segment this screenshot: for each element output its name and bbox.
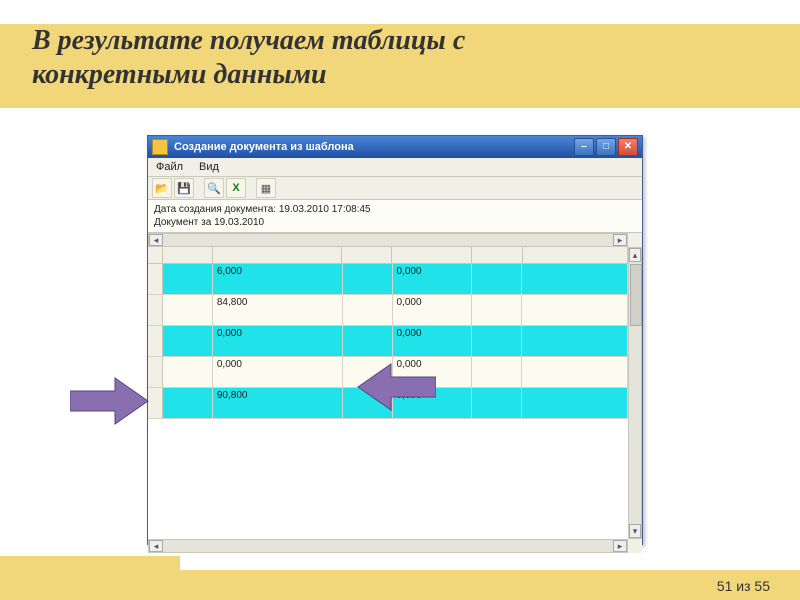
menu-file[interactable]: Файл (152, 161, 187, 173)
table-row: 0,000 0,000 (148, 326, 628, 357)
footer-accent (0, 556, 180, 570)
cell[interactable]: 6,000 (213, 264, 343, 294)
app-window: Создание документа из шаблона – □ ✕ Файл… (147, 135, 643, 545)
menubar: Файл Вид (148, 158, 642, 177)
cell[interactable] (163, 295, 213, 325)
column-headers (148, 247, 628, 264)
cell[interactable] (522, 264, 628, 294)
colhdr[interactable] (213, 247, 342, 263)
info-line1: Дата создания документа: 19.03.2010 17:0… (154, 203, 636, 216)
window-title: Создание документа из шаблона (174, 141, 574, 153)
arrow-left-icon (356, 362, 436, 412)
cell[interactable] (343, 326, 393, 356)
scroll-down-icon[interactable] (629, 524, 641, 538)
colhdr[interactable] (392, 247, 472, 263)
cell[interactable] (472, 388, 522, 418)
table-row: 6,000 0,000 (148, 264, 628, 295)
cell[interactable] (343, 295, 393, 325)
colhdr[interactable] (472, 247, 522, 263)
rowhdr-corner (148, 247, 163, 263)
info-line2: Документ за 19.03.2010 (154, 216, 636, 229)
slide: В результате получаем таблицы с конкретн… (0, 0, 800, 600)
footer-band (0, 570, 800, 600)
hscroll-bottom[interactable] (148, 539, 628, 553)
cell[interactable] (163, 357, 213, 387)
cell[interactable]: 84,800 (213, 295, 343, 325)
cell[interactable]: 0,000 (393, 264, 473, 294)
cell[interactable] (522, 295, 628, 325)
zoom-icon[interactable] (204, 178, 224, 198)
cell[interactable] (163, 388, 213, 418)
cell[interactable] (472, 326, 522, 356)
cell[interactable] (522, 388, 628, 418)
colhdr[interactable] (523, 247, 628, 263)
rowhdr[interactable] (148, 388, 163, 418)
cell[interactable] (522, 357, 628, 387)
save-icon[interactable] (174, 178, 194, 198)
excel-icon[interactable]: X (226, 178, 246, 198)
app-icon (152, 139, 168, 155)
toolbar: X (148, 177, 642, 200)
cell[interactable]: 90,800 (213, 388, 343, 418)
titlebar: Создание документа из шаблона – □ ✕ (148, 136, 642, 158)
menu-view[interactable]: Вид (195, 161, 223, 173)
cell[interactable] (522, 326, 628, 356)
cell[interactable] (163, 264, 213, 294)
rowhdr[interactable] (148, 264, 163, 294)
scroll-thumb[interactable] (630, 264, 642, 326)
page-number: 51 из 55 (717, 578, 770, 594)
minimize-button[interactable]: – (574, 138, 594, 156)
hscroll-top[interactable] (148, 233, 628, 247)
slide-title: В результате получаем таблицы с конкретн… (32, 24, 592, 91)
maximize-button[interactable]: □ (596, 138, 616, 156)
close-button[interactable]: ✕ (618, 138, 638, 156)
cell[interactable]: 0,000 (213, 326, 343, 356)
open-icon[interactable] (152, 178, 172, 198)
scroll-up-icon[interactable] (629, 248, 641, 262)
window-controls: – □ ✕ (574, 138, 638, 156)
scroll-right-icon[interactable] (613, 234, 627, 246)
rowhdr[interactable] (148, 295, 163, 325)
cell[interactable]: 0,000 (213, 357, 343, 387)
cell[interactable] (472, 357, 522, 387)
colhdr[interactable] (342, 247, 392, 263)
rowhdr[interactable] (148, 357, 163, 387)
vscroll[interactable] (628, 247, 642, 539)
cell[interactable]: 0,000 (393, 326, 473, 356)
info-bar: Дата создания документа: 19.03.2010 17:0… (148, 200, 642, 233)
cell[interactable] (163, 326, 213, 356)
scroll-left-icon[interactable] (149, 234, 163, 246)
scroll-left-icon[interactable] (149, 540, 163, 552)
colhdr[interactable] (163, 247, 213, 263)
cell[interactable]: 0,000 (393, 295, 473, 325)
arrow-right-icon (70, 376, 150, 426)
rowhdr[interactable] (148, 326, 163, 356)
tool-icon[interactable] (256, 178, 276, 198)
cell[interactable] (343, 264, 393, 294)
table-row: 84,800 0,000 (148, 295, 628, 326)
cell[interactable] (472, 295, 522, 325)
cell[interactable] (472, 264, 522, 294)
scroll-right-icon[interactable] (613, 540, 627, 552)
